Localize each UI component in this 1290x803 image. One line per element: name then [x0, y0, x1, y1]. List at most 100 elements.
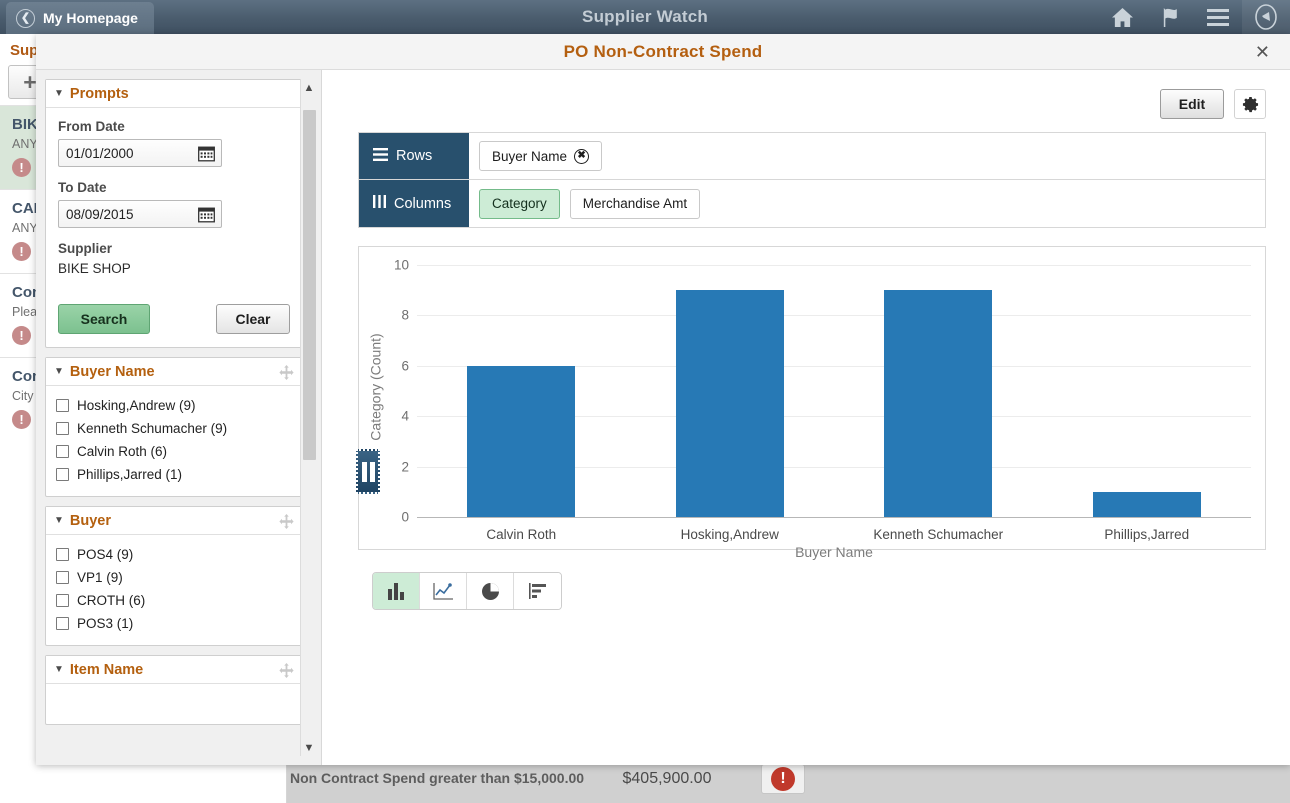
x-axis-tick: Calvin Roth: [486, 527, 557, 542]
checkbox-icon[interactable]: [56, 445, 69, 458]
flag-icon[interactable]: [1146, 0, 1194, 34]
checkbox-icon[interactable]: [56, 548, 69, 561]
facet-item-name: ▼ Item Name: [45, 655, 303, 725]
facet-buyer-title: Buyer: [69, 512, 112, 529]
move-handle-icon[interactable]: [279, 663, 294, 683]
facet-option[interactable]: POS3 (1): [56, 612, 292, 635]
close-icon[interactable]: ✕: [1249, 41, 1276, 63]
pivot-field-chip-category[interactable]: Category: [479, 188, 560, 219]
pivot-rows-fields: Buyer Name ✖: [469, 133, 1265, 179]
facet-option[interactable]: Calvin Roth (6): [56, 440, 292, 463]
facet-item-name-header[interactable]: ▼ Item Name: [46, 656, 302, 684]
prompts-panel-body: From Date 01/01/2000 To Date 08/09/2015 …: [46, 108, 302, 347]
chart-bar[interactable]: [1092, 491, 1201, 517]
pivot-field-chip[interactable]: Buyer Name ✖: [479, 141, 603, 171]
facet-option-label: Hosking,Andrew (9): [77, 398, 196, 413]
prompts-panel-title: Prompts: [69, 85, 129, 102]
from-date-field[interactable]: [58, 139, 222, 167]
collapse-bar-right: [369, 461, 375, 482]
top-navigation-bar: ❮ My Homepage Supplier Watch: [0, 0, 1290, 34]
facet-buyer-name-title: Buyer Name: [69, 363, 155, 380]
alert-icon: !: [12, 410, 31, 429]
chart-bar[interactable]: [884, 290, 993, 517]
checkbox-icon[interactable]: [56, 422, 69, 435]
facet-option[interactable]: VP1 (9): [56, 566, 292, 589]
y-axis-tick: 2: [401, 459, 409, 475]
y-axis-tick: 0: [401, 509, 409, 525]
pivot-columns-label: Columns: [359, 180, 469, 227]
checkbox-icon[interactable]: [56, 399, 69, 412]
navbar-compass-icon[interactable]: [1242, 0, 1290, 34]
move-handle-icon[interactable]: [279, 365, 294, 385]
facet-buyer-header[interactable]: ▼ Buyer: [46, 507, 302, 535]
home-icon[interactable]: [1098, 0, 1146, 34]
prompts-button-row: Search Clear: [58, 304, 290, 334]
pivot-rows-row: Rows Buyer Name ✖: [359, 133, 1265, 180]
pie-chart-icon[interactable]: [467, 573, 514, 609]
filters-scroll-area: ▼ Prompts From Date 01/01/2000 To Date 0…: [45, 79, 305, 765]
alert-icon: !: [12, 326, 31, 345]
pivot-field-chip-merchandise-amt[interactable]: Merchandise Amt: [569, 188, 701, 219]
checkbox-icon[interactable]: [56, 571, 69, 584]
to-date-field[interactable]: [58, 200, 222, 228]
gear-icon[interactable]: [1234, 89, 1266, 119]
facet-option[interactable]: Hosking,Andrew (9): [56, 394, 292, 417]
filters-scrollbar[interactable]: ▲ ▼: [300, 79, 317, 756]
search-button[interactable]: Search: [58, 304, 150, 334]
chart-gridline: 8: [401, 308, 1251, 323]
pivot-columns-fields: Category Merchandise Amt: [469, 180, 1265, 227]
horizontal-bar-chart-icon[interactable]: [514, 573, 561, 609]
edit-button[interactable]: Edit: [1160, 89, 1224, 119]
top-nav-icon-group: [1098, 0, 1290, 34]
from-date-input[interactable]: [59, 145, 221, 161]
checkbox-icon[interactable]: [56, 617, 69, 630]
caret-down-icon: ▼: [54, 664, 64, 675]
summary-label: Non Contract Spend greater than $15,000.…: [289, 769, 585, 786]
facet-item-name-title: Item Name: [69, 661, 144, 678]
remove-field-icon[interactable]: ✖: [574, 148, 590, 164]
summary-alert-button[interactable]: !: [761, 763, 805, 794]
facet-buyer-name-list: Hosking,Andrew (9) Kenneth Schumacher (9…: [46, 386, 302, 496]
chart-bar[interactable]: [467, 365, 576, 517]
prompts-panel-header[interactable]: ▼ Prompts: [46, 80, 302, 108]
chart-gridline: 10: [394, 258, 1251, 273]
scroll-up-icon[interactable]: ▲: [301, 79, 318, 96]
scrollbar-track[interactable]: [302, 96, 316, 739]
clear-button[interactable]: Clear: [216, 304, 290, 334]
pivot-columns-row: Columns Category Merchandise Amt: [359, 180, 1265, 227]
from-date-label: From Date: [58, 119, 125, 134]
to-date-input[interactable]: [59, 206, 221, 222]
facet-option[interactable]: Kenneth Schumacher (9): [56, 417, 292, 440]
caret-down-icon: ▼: [54, 88, 64, 99]
calendar-icon[interactable]: [198, 206, 215, 228]
chart-content-area: Edit Rows Buyer Name ✖ Columns Category …: [322, 70, 1290, 765]
supplier-label: Supplier: [58, 241, 113, 256]
facet-option-label: Phillips,Jarred (1): [77, 467, 183, 482]
facet-buyer-name-header[interactable]: ▼ Buyer Name: [46, 358, 302, 386]
bar-chart-icon[interactable]: [373, 573, 420, 609]
facet-buyer-name: ▼ Buyer Name Hosking,Andrew (9) Kenneth …: [45, 357, 303, 497]
line-chart-icon[interactable]: [420, 573, 467, 609]
columns-icon: [373, 195, 386, 212]
facet-option[interactable]: CROTH (6): [56, 589, 292, 612]
scrollbar-thumb[interactable]: [302, 110, 316, 460]
calendar-icon[interactable]: [198, 145, 215, 167]
chart-bar[interactable]: [675, 290, 784, 517]
rows-icon: [373, 147, 388, 165]
move-handle-icon[interactable]: [279, 514, 294, 534]
scroll-down-icon[interactable]: ▼: [301, 739, 318, 756]
modal-title: PO Non-Contract Spend: [563, 41, 763, 61]
hamburger-menu-icon[interactable]: [1194, 0, 1242, 34]
facet-item-name-list: [46, 684, 302, 724]
alert-icon: !: [771, 766, 795, 791]
checkbox-icon[interactable]: [56, 594, 69, 607]
facet-option[interactable]: Phillips,Jarred (1): [56, 463, 292, 486]
pivot-configuration: Rows Buyer Name ✖ Columns Category Merch…: [358, 132, 1266, 228]
panel-collapse-handle[interactable]: [356, 449, 380, 494]
supplier-value: BIKE SHOP: [58, 261, 131, 276]
facet-option-label: POS3 (1): [77, 616, 134, 631]
facet-option[interactable]: POS4 (9): [56, 543, 292, 566]
checkbox-icon[interactable]: [56, 468, 69, 481]
facet-buyer-list: POS4 (9) VP1 (9) CROTH (6) POS3 (1): [46, 535, 302, 645]
facet-option-label: Calvin Roth (6): [77, 444, 168, 459]
